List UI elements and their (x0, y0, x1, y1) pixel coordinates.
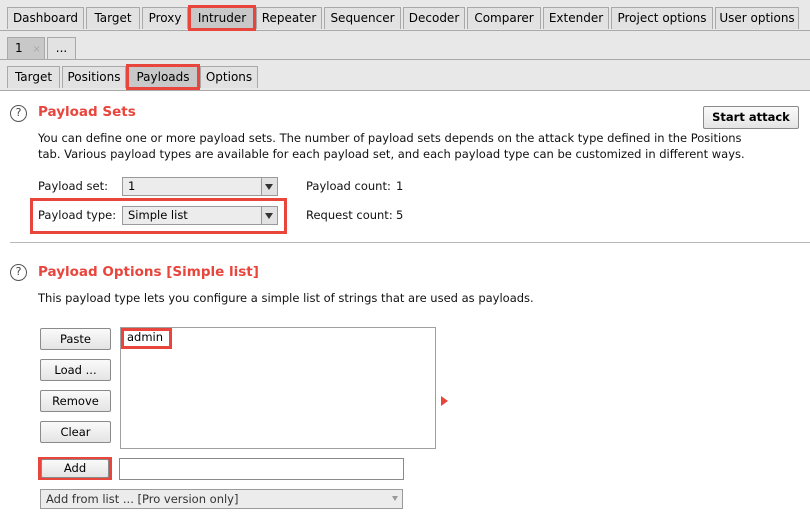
payload-list[interactable]: admin (120, 327, 436, 449)
add-button[interactable]: Add (41, 459, 109, 478)
payload-sets-title: Payload Sets (38, 104, 136, 120)
payload-type-label: Payload type: (38, 208, 117, 222)
add-from-list-value: Add from list ... [Pro version only] (46, 492, 239, 506)
load-button[interactable]: Load ... (40, 359, 111, 381)
payload-type-value: Simple list (128, 208, 188, 222)
tab-target[interactable]: Target (86, 7, 140, 29)
main-tab-bar: Dashboard Target Proxy Intruder Repeater… (0, 0, 810, 31)
attack-tab-1[interactable]: 1 × (7, 37, 45, 59)
subtab-options[interactable]: Options (200, 66, 258, 88)
tab-intruder[interactable]: Intruder (188, 5, 256, 31)
payload-options-description: This payload type lets you configure a s… (38, 291, 534, 305)
tab-project-options[interactable]: Project options (611, 7, 713, 29)
section-divider (10, 242, 810, 243)
tab-repeater[interactable]: Repeater (256, 7, 322, 29)
tab-proxy[interactable]: Proxy (142, 7, 188, 29)
add-from-list-select[interactable]: Add from list ... [Pro version only] (40, 489, 403, 509)
chevron-down-icon (392, 496, 398, 501)
payload-sets-description-line1: You can define one or more payload sets.… (38, 131, 742, 145)
subtab-positions[interactable]: Positions (62, 66, 126, 88)
attack-tab-bar: 1 × ... (0, 31, 810, 60)
tab-sequencer[interactable]: Sequencer (324, 7, 401, 29)
request-count-label: Request count: (306, 208, 393, 222)
list-item[interactable]: admin (127, 330, 163, 344)
sub-tab-bar: Target Positions Payloads Options (0, 60, 810, 91)
subtab-payloads[interactable]: Payloads (126, 64, 200, 90)
new-attack-tab[interactable]: ... (47, 37, 76, 59)
payload-set-value: 1 (128, 179, 136, 193)
clear-button[interactable]: Clear (40, 421, 111, 443)
start-attack-button[interactable]: Start attack (703, 106, 799, 129)
attack-tab-label: 1 (15, 41, 23, 55)
chevron-down-icon[interactable] (261, 178, 277, 195)
close-icon[interactable]: × (32, 44, 40, 55)
payload-sets-description-line2: tab. Various payload types are available… (38, 147, 745, 161)
payload-set-select[interactable]: 1 (122, 177, 278, 196)
tab-extender[interactable]: Extender (543, 7, 609, 29)
request-count-value: 5 (396, 208, 404, 222)
help-icon[interactable]: ? (10, 264, 27, 281)
payload-set-label: Payload set: (38, 179, 108, 193)
help-icon[interactable]: ? (10, 105, 27, 122)
subtab-target[interactable]: Target (7, 66, 60, 88)
add-input[interactable] (119, 458, 404, 480)
tab-user-options[interactable]: User options (715, 7, 799, 29)
paste-button[interactable]: Paste (40, 328, 111, 350)
expand-arrow-icon[interactable] (441, 396, 448, 406)
chevron-down-icon[interactable] (261, 207, 277, 224)
payload-count-value: 1 (396, 179, 404, 193)
payload-type-select[interactable]: Simple list (122, 206, 278, 225)
tab-dashboard[interactable]: Dashboard (7, 7, 84, 29)
payload-options-title: Payload Options [Simple list] (38, 264, 259, 280)
tab-comparer[interactable]: Comparer (467, 7, 541, 29)
remove-button[interactable]: Remove (40, 390, 111, 412)
payload-count-label: Payload count: (306, 179, 391, 193)
tab-decoder[interactable]: Decoder (403, 7, 465, 29)
